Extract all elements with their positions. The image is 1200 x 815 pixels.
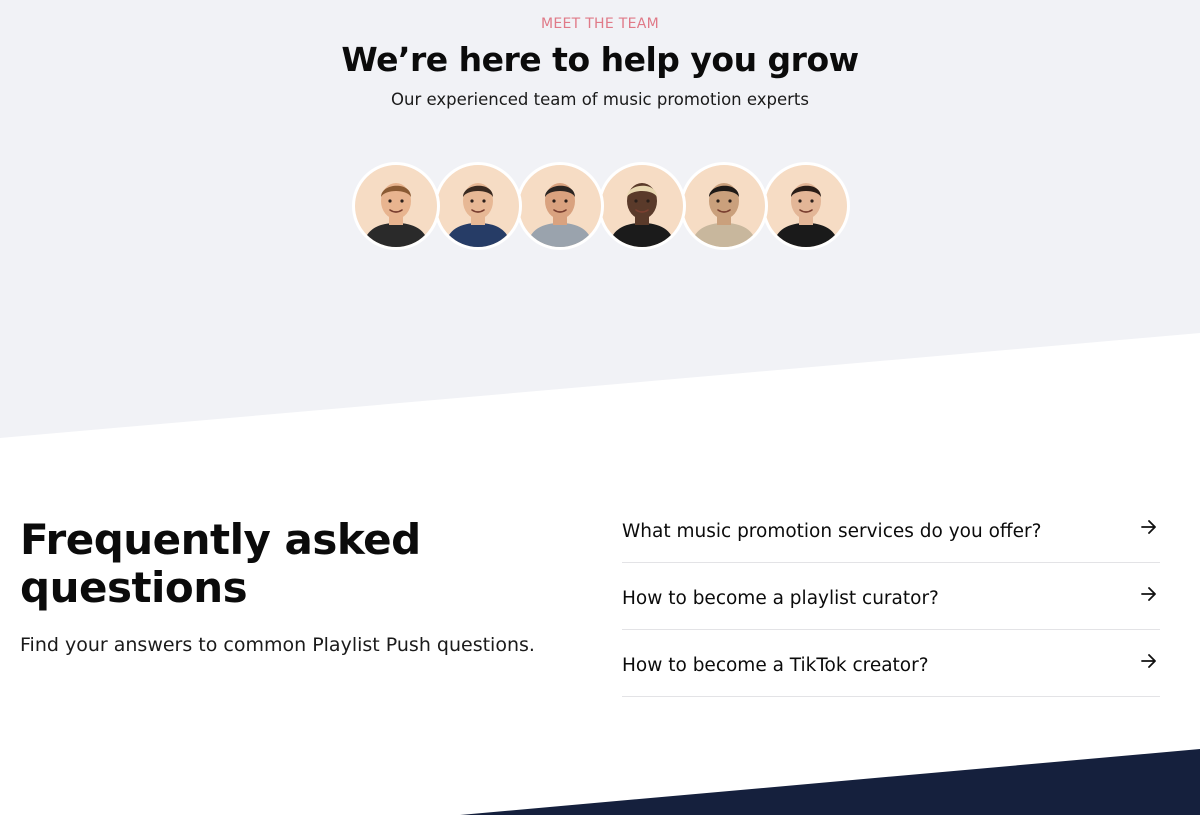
faq-item[interactable]: What music promotion services do you off… bbox=[622, 496, 1160, 563]
team-headline: We’re here to help you grow bbox=[341, 40, 859, 79]
faq-list: What music promotion services do you off… bbox=[622, 496, 1160, 697]
team-member-1-avatar bbox=[363, 183, 429, 247]
faq-question[interactable]: How to become a playlist curator? bbox=[622, 588, 939, 609]
team-member-6-avatar bbox=[773, 183, 839, 247]
section-eyebrow: MEET THE TEAM bbox=[540, 16, 660, 32]
team-member-avatar bbox=[516, 162, 604, 250]
team-member-avatar bbox=[762, 162, 850, 250]
team-member-avatar bbox=[680, 162, 768, 250]
faq-title: Frequently asked questions bbox=[20, 515, 421, 612]
footer-edge bbox=[460, 749, 1200, 815]
team-member-avatar bbox=[598, 162, 686, 250]
arrow-right-icon bbox=[1141, 587, 1156, 601]
team-member-avatar bbox=[434, 162, 522, 250]
team-member-2-avatar bbox=[445, 183, 511, 247]
faq-item[interactable]: How to become a TikTok creator? bbox=[622, 630, 1160, 697]
team-member-3-avatar bbox=[527, 183, 593, 247]
faq-subtitle: Find your answers to common Playlist Pus… bbox=[20, 634, 535, 656]
team-member-avatar bbox=[352, 162, 440, 250]
arrow-right-icon bbox=[1141, 654, 1156, 668]
faq-question[interactable]: What music promotion services do you off… bbox=[622, 521, 1041, 542]
arrow-right-icon bbox=[1141, 520, 1156, 534]
faq-item[interactable]: How to become a playlist curator? bbox=[622, 563, 1160, 630]
faq-question[interactable]: How to become a TikTok creator? bbox=[622, 655, 929, 676]
team-member-5-avatar bbox=[691, 183, 757, 247]
team-avatars bbox=[352, 162, 850, 250]
team-subhead: Our experienced team of music promotion … bbox=[391, 90, 809, 109]
team-member-4-avatar bbox=[609, 183, 675, 247]
